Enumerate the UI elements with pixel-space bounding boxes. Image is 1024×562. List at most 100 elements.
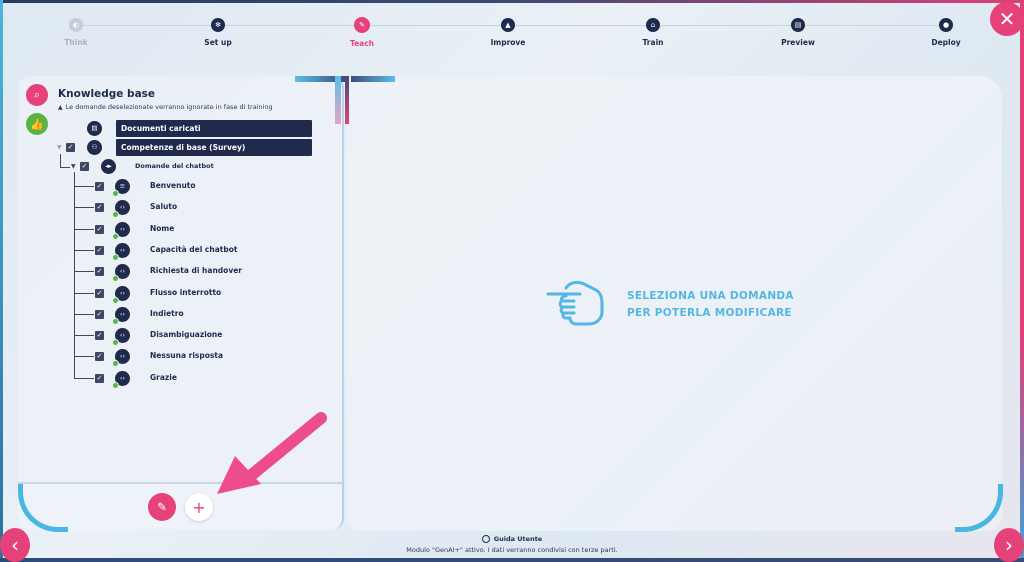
tree-connector [60, 167, 70, 168]
status-badge [112, 254, 119, 261]
chevron-right-icon: › [1005, 533, 1013, 557]
question-item[interactable]: Flusso interrotto [150, 288, 221, 297]
thumbs-up-icon: 👍 [30, 117, 44, 131]
prompt-line-2: PER POTERLA MODIFICARE [627, 307, 792, 319]
question-item[interactable]: Nessuna risposta [150, 351, 223, 360]
question-item[interactable]: Indietro [150, 309, 184, 318]
step-label: Set up [204, 38, 232, 47]
question-checkbox[interactable]: ✓ [95, 331, 104, 340]
tree-connector [74, 314, 94, 315]
close-button[interactable]: ✕ [990, 2, 1024, 36]
question-checkbox[interactable]: ✓ [95, 203, 104, 212]
step-improve[interactable]: ▲ Improve [463, 16, 553, 47]
question-checkbox[interactable]: ✓ [95, 374, 104, 383]
right-frame-line [1020, 0, 1024, 562]
question-item[interactable]: Disambiguazione [150, 330, 222, 339]
close-icon: ✕ [998, 7, 1016, 31]
code-icon: ‹› [112, 286, 130, 304]
tree-connector [74, 172, 75, 378]
code-icon: ‹› [112, 222, 130, 240]
robot-icon: ⌂ [646, 18, 660, 32]
tree-group-label[interactable]: Domande del chatbot [135, 162, 214, 170]
question-checkbox[interactable]: ✓ [95, 310, 104, 319]
question-item[interactable]: Richiesta di handover [150, 266, 242, 275]
status-badge [112, 360, 119, 367]
chevron-left-icon: ‹ [11, 533, 19, 557]
status-badge [112, 339, 119, 346]
step-train[interactable]: ⌂ Train [608, 16, 698, 47]
tree-connector [74, 356, 94, 357]
add-button[interactable]: + [185, 493, 213, 521]
question-checkbox[interactable]: ✓ [95, 225, 104, 234]
tree-connector [74, 293, 94, 294]
edit-button[interactable]: ✎ [148, 493, 176, 521]
like-button[interactable]: 👍 [26, 113, 48, 135]
search-button[interactable]: ⌕ [26, 84, 48, 106]
tree-node-documents[interactable]: Documenti caricati [116, 120, 312, 137]
tree-connector [74, 250, 94, 251]
question-item[interactable]: Benvenuto [150, 181, 196, 190]
expand-caret-icon[interactable]: ▼ [57, 144, 62, 151]
panel-connector-decoration [295, 76, 395, 124]
pencil-icon: ✎ [156, 500, 168, 514]
status-badge [112, 318, 119, 325]
step-label: Improve [490, 38, 526, 47]
status-badge [112, 275, 119, 282]
question-item[interactable]: Saluto [150, 202, 177, 211]
next-step-button[interactable]: › [994, 528, 1024, 562]
training-note: ▲ Le domande deselezionate verranno ignor… [58, 103, 273, 111]
select-question-prompt: SELEZIONA UNA DOMANDA PER POTERLA MODIFI… [627, 288, 794, 322]
question-checkbox[interactable]: ✓ [95, 182, 104, 191]
step-set-up[interactable]: ✻ Set up [173, 16, 263, 47]
help-icon [481, 535, 490, 543]
step-label: Deploy [931, 38, 961, 47]
step-think[interactable]: ◐ Think [31, 16, 121, 47]
top-frame-line [0, 0, 1024, 3]
status-badge [112, 190, 119, 197]
step-preview[interactable]: ▤ Preview [753, 16, 843, 47]
warning-icon: ▲ [58, 104, 63, 111]
annotation-arrow-icon [217, 412, 327, 494]
pointing-hand-icon [546, 280, 604, 326]
status-badge [112, 297, 119, 304]
tree-connector [74, 229, 94, 230]
deploy-icon: ● [939, 18, 953, 32]
preview-icon: ▤ [791, 18, 805, 32]
question-checkbox[interactable]: ✓ [95, 267, 104, 276]
genai-notice: Modulo "GenAI+" attivo. I dati verranno … [406, 546, 618, 554]
status-badge [112, 211, 119, 218]
question-item[interactable]: Grazie [150, 373, 177, 382]
checkbox-survey[interactable]: ✓ [66, 143, 75, 152]
bottom-frame-line [0, 558, 1024, 562]
plus-icon: + [192, 497, 206, 517]
tree-connector [74, 186, 94, 187]
question-item[interactable]: Nome [150, 224, 174, 233]
step-label: Train [642, 38, 664, 47]
question-checkbox[interactable]: ✓ [95, 289, 104, 298]
question-item[interactable]: Capacità del chatbot [150, 245, 237, 254]
progress-stepper: ◐ Think ✻ Set up ✎ Teach ▲ Improve ⌂ Tra… [40, 16, 984, 56]
checkbox-chatbot-group[interactable]: ✓ [80, 162, 89, 171]
previous-step-button[interactable]: ‹ [0, 528, 30, 562]
network-icon: ⚇ [87, 140, 102, 155]
step-label: Preview [781, 38, 815, 47]
step-label: Teach [349, 39, 375, 48]
expand-caret-icon[interactable]: ▼ [71, 163, 76, 170]
code-icon: ‹› [112, 243, 130, 261]
text-icon: ≡ [112, 179, 130, 197]
tree-connector [74, 378, 94, 379]
user-guide-link[interactable]: Guida Utente [0, 535, 1024, 543]
step-deploy[interactable]: ● Deploy [901, 16, 991, 47]
code-icon: ‹› [112, 264, 130, 282]
tree-node-survey[interactable]: Competenze di base (Survey) [116, 139, 312, 156]
question-checkbox[interactable]: ✓ [95, 352, 104, 361]
tree-connector [60, 154, 61, 168]
status-badge [112, 382, 119, 389]
status-badge [112, 233, 119, 240]
search-icon: ⌕ [33, 88, 41, 101]
idea-icon: ◐ [69, 18, 83, 32]
step-teach[interactable]: ✎ Teach [317, 16, 407, 48]
code-icon: ‹› [112, 371, 130, 389]
user-guide-label: Guida Utente [493, 535, 543, 543]
question-checkbox[interactable]: ✓ [95, 246, 104, 255]
